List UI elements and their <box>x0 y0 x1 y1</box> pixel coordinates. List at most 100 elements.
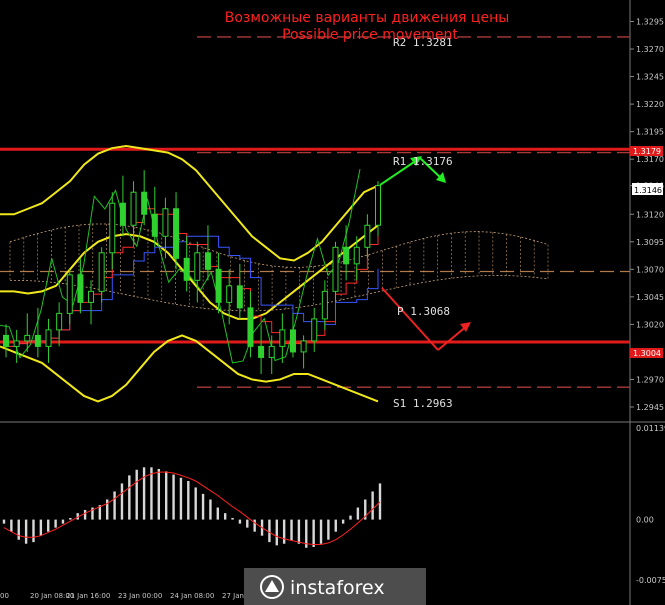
price-tick-label: 1.3170 <box>636 155 664 164</box>
candle-body <box>77 274 84 303</box>
macd-histogram-bar <box>83 509 87 520</box>
macd-histogram-bar <box>32 519 35 543</box>
logo-text: instaforex <box>290 577 385 599</box>
macd-histogram-bar <box>194 487 197 520</box>
price-tick-label: 1.3295 <box>636 18 664 27</box>
candle-body <box>300 340 307 353</box>
macd-histogram-bar <box>2 519 6 524</box>
time-tick-label: 21 Jan 16:00 <box>66 592 110 600</box>
price-tick-label: 1.3120 <box>636 210 664 219</box>
macd-histogram-bar <box>17 519 20 540</box>
macd-histogram-bar <box>356 507 360 520</box>
candle-body <box>375 185 381 226</box>
macd-histogram-bar <box>209 499 212 520</box>
pivot-label: P 1.3068 <box>397 305 450 318</box>
price-tick-label: 1.3045 <box>636 293 664 302</box>
candle-body <box>3 334 9 347</box>
price-tick-label: 1.3095 <box>636 238 664 247</box>
chart-title-ru: Возможные варианты движения цены <box>225 10 510 26</box>
macd-histogram-bar <box>282 519 286 544</box>
candle-body <box>173 208 180 259</box>
time-tick-label: 24 Jan 08:00 <box>170 592 214 600</box>
candle-body <box>353 246 360 265</box>
candle-body <box>162 208 169 237</box>
macd-histogram-bar <box>69 517 72 520</box>
price-chart: 1.32951.32701.32451.32201.31951.31701.31… <box>0 0 665 605</box>
macd-histogram-bar <box>113 491 116 520</box>
candle-body <box>215 268 222 303</box>
macd-histogram-bar <box>24 519 28 544</box>
macd-histogram-bar <box>297 519 301 544</box>
macd-histogram-bar <box>39 519 43 536</box>
macd-histogram-bar <box>371 491 374 520</box>
price-tick-label: 1.3220 <box>636 100 664 109</box>
candle-body <box>321 290 328 320</box>
candle-body <box>258 345 265 358</box>
candle-body <box>151 213 158 237</box>
macd-histogram-bar <box>54 519 57 528</box>
time-tick-label: 00 <box>0 592 9 600</box>
macd-histogram-bar <box>187 480 190 520</box>
candle-body <box>24 334 31 342</box>
candle-body <box>130 191 137 226</box>
resistance-price-tag-text: 1.3179 <box>633 147 661 156</box>
macd-tick-label: 0.00 <box>636 516 654 525</box>
candle-body <box>34 334 41 347</box>
macd-histogram-bar <box>164 471 168 520</box>
macd-histogram-bar <box>172 474 175 520</box>
macd-histogram-bar <box>334 519 337 532</box>
candle-body <box>289 329 296 353</box>
macd-histogram-bar <box>61 519 65 524</box>
chart-title-en: Possible price movement <box>282 27 458 43</box>
current-price-tag-text: 1.3146 <box>634 186 662 195</box>
candle-body <box>279 329 286 347</box>
candle-body <box>343 246 350 265</box>
macd-histogram-bar <box>10 519 13 532</box>
candle-body <box>311 318 318 342</box>
candle-body <box>247 307 254 347</box>
macd-histogram-bar <box>120 483 124 520</box>
candle-body <box>66 274 73 314</box>
candle-body <box>236 285 243 309</box>
time-tick-label: 27 Jan <box>222 592 244 600</box>
candle-body <box>45 329 52 347</box>
macd-histogram-bar <box>312 519 315 547</box>
r1-label: R1 1.3176 <box>393 155 453 168</box>
macd-histogram-bar <box>290 519 293 541</box>
price-tick-label: 1.3270 <box>636 45 664 54</box>
macd-histogram-bar <box>179 477 183 520</box>
macd-histogram-bar <box>201 493 205 520</box>
price-tick-label: 1.2945 <box>636 403 664 412</box>
instaforex-logo: instaforex <box>244 568 426 605</box>
candle-body <box>56 312 63 331</box>
candle-body <box>183 257 190 281</box>
price-tick-label: 1.3245 <box>636 73 664 82</box>
macd-histogram-bar <box>275 519 278 546</box>
price-tick-label: 1.3195 <box>636 128 664 137</box>
macd-histogram-bar <box>150 467 153 520</box>
macd-histogram-bar <box>238 519 242 524</box>
macd-histogram-bar <box>231 517 234 520</box>
support-price-tag-text: 1.3004 <box>633 349 661 358</box>
macd-tick-label: 0.01139 <box>636 424 665 433</box>
candle-body <box>194 252 201 281</box>
candle-body <box>141 191 148 215</box>
macd-histogram-bar <box>349 515 352 520</box>
macd-histogram-bar <box>253 519 256 532</box>
candle-body <box>268 345 275 358</box>
macd-histogram-bar <box>319 519 323 544</box>
candle-body <box>364 224 371 248</box>
macd-histogram-bar <box>327 519 330 540</box>
macd-histogram-bar <box>246 519 249 528</box>
macd-histogram-bar <box>157 468 161 520</box>
candle-body <box>109 202 116 254</box>
candle-body <box>332 246 339 292</box>
candle-body <box>204 252 211 270</box>
macd-histogram-bar <box>216 507 220 520</box>
candle-body <box>119 202 126 226</box>
time-tick-label: 23 Jan 00:00 <box>118 592 162 600</box>
macd-histogram-bar <box>142 467 146 520</box>
macd-histogram-bar <box>47 519 50 532</box>
macd-histogram-bar <box>135 469 138 520</box>
macd-tick-label: -0.00751 <box>636 576 665 585</box>
